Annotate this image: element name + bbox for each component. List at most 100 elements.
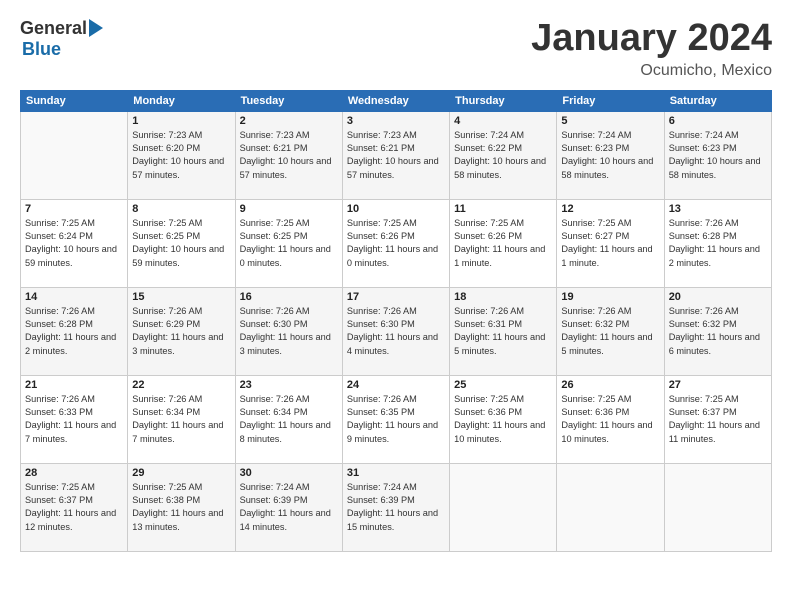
day-number: 1	[132, 115, 230, 127]
day-number: 30	[240, 467, 338, 479]
logo-arrow-icon	[89, 19, 103, 37]
day-info: Sunrise: 7:23 AM Sunset: 6:21 PM Dayligh…	[347, 129, 445, 182]
logo-top: General	[20, 18, 103, 39]
header: General Blue January 2024 Ocumicho, Mexi…	[20, 18, 772, 80]
day-info: Sunrise: 7:26 AM Sunset: 6:30 PM Dayligh…	[240, 305, 338, 358]
day-info: Sunrise: 7:25 AM Sunset: 6:24 PM Dayligh…	[25, 217, 123, 270]
header-sunday: Sunday	[21, 90, 128, 111]
table-row: 1 Sunrise: 7:23 AM Sunset: 6:20 PM Daylig…	[128, 111, 235, 199]
day-info: Sunrise: 7:24 AM Sunset: 6:39 PM Dayligh…	[347, 481, 445, 534]
day-info: Sunrise: 7:25 AM Sunset: 6:25 PM Dayligh…	[240, 217, 338, 270]
day-number: 26	[561, 379, 659, 391]
table-row: 14 Sunrise: 7:26 AM Sunset: 6:28 PM Dayli…	[21, 287, 128, 375]
day-info: Sunrise: 7:25 AM Sunset: 6:36 PM Dayligh…	[561, 393, 659, 446]
day-info: Sunrise: 7:26 AM Sunset: 6:34 PM Dayligh…	[132, 393, 230, 446]
calendar-week-row: 28Sunrise: 7:25 AM Sunset: 6:37 PM Dayli…	[21, 463, 772, 551]
day-info: Sunrise: 7:25 AM Sunset: 6:26 PM Dayligh…	[347, 217, 445, 270]
table-row: 3 Sunrise: 7:23 AM Sunset: 6:21 PM Daylig…	[342, 111, 449, 199]
day-number: 8	[132, 203, 230, 215]
header-tuesday: Tuesday	[235, 90, 342, 111]
day-info: Sunrise: 7:25 AM Sunset: 6:27 PM Dayligh…	[561, 217, 659, 270]
day-number: 31	[347, 467, 445, 479]
day-info: Sunrise: 7:26 AM Sunset: 6:29 PM Dayligh…	[132, 305, 230, 358]
day-number: 10	[347, 203, 445, 215]
day-info: Sunrise: 7:26 AM Sunset: 6:30 PM Dayligh…	[347, 305, 445, 358]
table-row	[557, 463, 664, 551]
calendar-week-row: 1 Sunrise: 7:23 AM Sunset: 6:20 PM Daylig…	[21, 111, 772, 199]
table-row: 5 Sunrise: 7:24 AM Sunset: 6:23 PM Daylig…	[557, 111, 664, 199]
table-row: 10 Sunrise: 7:25 AM Sunset: 6:26 PM Dayli…	[342, 199, 449, 287]
day-number: 20	[669, 291, 767, 303]
table-row: 13 Sunrise: 7:26 AM Sunset: 6:28 PM Dayli…	[664, 199, 771, 287]
table-row	[21, 111, 128, 199]
day-number: 14	[25, 291, 123, 303]
table-row	[450, 463, 557, 551]
day-info: Sunrise: 7:26 AM Sunset: 6:28 PM Dayligh…	[669, 217, 767, 270]
table-row: 21Sunrise: 7:26 AM Sunset: 6:33 PM Dayli…	[21, 375, 128, 463]
month-title: January 2024	[531, 18, 772, 60]
table-row: 15 Sunrise: 7:26 AM Sunset: 6:29 PM Dayli…	[128, 287, 235, 375]
table-row: 26 Sunrise: 7:25 AM Sunset: 6:36 PM Dayli…	[557, 375, 664, 463]
calendar-body: 1 Sunrise: 7:23 AM Sunset: 6:20 PM Daylig…	[21, 111, 772, 551]
location-subtitle: Ocumicho, Mexico	[531, 62, 772, 80]
day-number: 2	[240, 115, 338, 127]
table-row: 2 Sunrise: 7:23 AM Sunset: 6:21 PM Daylig…	[235, 111, 342, 199]
table-row: 9 Sunrise: 7:25 AM Sunset: 6:25 PM Daylig…	[235, 199, 342, 287]
day-info: Sunrise: 7:25 AM Sunset: 6:26 PM Dayligh…	[454, 217, 552, 270]
title-area: January 2024 Ocumicho, Mexico	[531, 18, 772, 80]
table-row: 12Sunrise: 7:25 AM Sunset: 6:27 PM Dayli…	[557, 199, 664, 287]
calendar-week-row: 21Sunrise: 7:26 AM Sunset: 6:33 PM Dayli…	[21, 375, 772, 463]
table-row: 11 Sunrise: 7:25 AM Sunset: 6:26 PM Dayli…	[450, 199, 557, 287]
day-number: 23	[240, 379, 338, 391]
day-info: Sunrise: 7:23 AM Sunset: 6:21 PM Dayligh…	[240, 129, 338, 182]
day-number: 13	[669, 203, 767, 215]
table-row: 25 Sunrise: 7:25 AM Sunset: 6:36 PM Dayli…	[450, 375, 557, 463]
day-number: 4	[454, 115, 552, 127]
day-info: Sunrise: 7:26 AM Sunset: 6:32 PM Dayligh…	[669, 305, 767, 358]
day-number: 21	[25, 379, 123, 391]
table-row: 23 Sunrise: 7:26 AM Sunset: 6:34 PM Dayli…	[235, 375, 342, 463]
day-info: Sunrise: 7:25 AM Sunset: 6:37 PM Dayligh…	[25, 481, 123, 534]
day-number: 5	[561, 115, 659, 127]
table-row	[664, 463, 771, 551]
day-info: Sunrise: 7:25 AM Sunset: 6:37 PM Dayligh…	[669, 393, 767, 446]
day-info: Sunrise: 7:23 AM Sunset: 6:20 PM Dayligh…	[132, 129, 230, 182]
table-row: 22 Sunrise: 7:26 AM Sunset: 6:34 PM Dayli…	[128, 375, 235, 463]
day-number: 3	[347, 115, 445, 127]
day-info: Sunrise: 7:26 AM Sunset: 6:28 PM Dayligh…	[25, 305, 123, 358]
day-number: 11	[454, 203, 552, 215]
header-saturday: Saturday	[664, 90, 771, 111]
day-number: 22	[132, 379, 230, 391]
day-info: Sunrise: 7:24 AM Sunset: 6:23 PM Dayligh…	[561, 129, 659, 182]
table-row: 19 Sunrise: 7:26 AM Sunset: 6:32 PM Dayli…	[557, 287, 664, 375]
day-number: 6	[669, 115, 767, 127]
day-number: 29	[132, 467, 230, 479]
day-number: 15	[132, 291, 230, 303]
table-row: 24 Sunrise: 7:26 AM Sunset: 6:35 PM Dayli…	[342, 375, 449, 463]
day-number: 17	[347, 291, 445, 303]
header-friday: Friday	[557, 90, 664, 111]
table-row: 7Sunrise: 7:25 AM Sunset: 6:24 PM Daylig…	[21, 199, 128, 287]
table-row: 18Sunrise: 7:26 AM Sunset: 6:31 PM Dayli…	[450, 287, 557, 375]
day-number: 27	[669, 379, 767, 391]
day-number: 9	[240, 203, 338, 215]
table-row: 27 Sunrise: 7:25 AM Sunset: 6:37 PM Dayli…	[664, 375, 771, 463]
day-number: 25	[454, 379, 552, 391]
day-number: 18	[454, 291, 552, 303]
day-info: Sunrise: 7:26 AM Sunset: 6:32 PM Dayligh…	[561, 305, 659, 358]
day-number: 19	[561, 291, 659, 303]
table-row: 29Sunrise: 7:25 AM Sunset: 6:38 PM Dayli…	[128, 463, 235, 551]
day-info: Sunrise: 7:26 AM Sunset: 6:34 PM Dayligh…	[240, 393, 338, 446]
logo-general-text: General	[20, 18, 87, 39]
day-info: Sunrise: 7:24 AM Sunset: 6:23 PM Dayligh…	[669, 129, 767, 182]
table-row: 17 Sunrise: 7:26 AM Sunset: 6:30 PM Dayli…	[342, 287, 449, 375]
header-monday: Monday	[128, 90, 235, 111]
table-row: 20 Sunrise: 7:26 AM Sunset: 6:32 PM Dayli…	[664, 287, 771, 375]
day-number: 24	[347, 379, 445, 391]
logo-blue-text: Blue	[22, 39, 61, 60]
day-info: Sunrise: 7:25 AM Sunset: 6:25 PM Dayligh…	[132, 217, 230, 270]
table-row: 16Sunrise: 7:26 AM Sunset: 6:30 PM Dayli…	[235, 287, 342, 375]
day-info: Sunrise: 7:26 AM Sunset: 6:35 PM Dayligh…	[347, 393, 445, 446]
day-info: Sunrise: 7:25 AM Sunset: 6:36 PM Dayligh…	[454, 393, 552, 446]
calendar-week-row: 14 Sunrise: 7:26 AM Sunset: 6:28 PM Dayli…	[21, 287, 772, 375]
